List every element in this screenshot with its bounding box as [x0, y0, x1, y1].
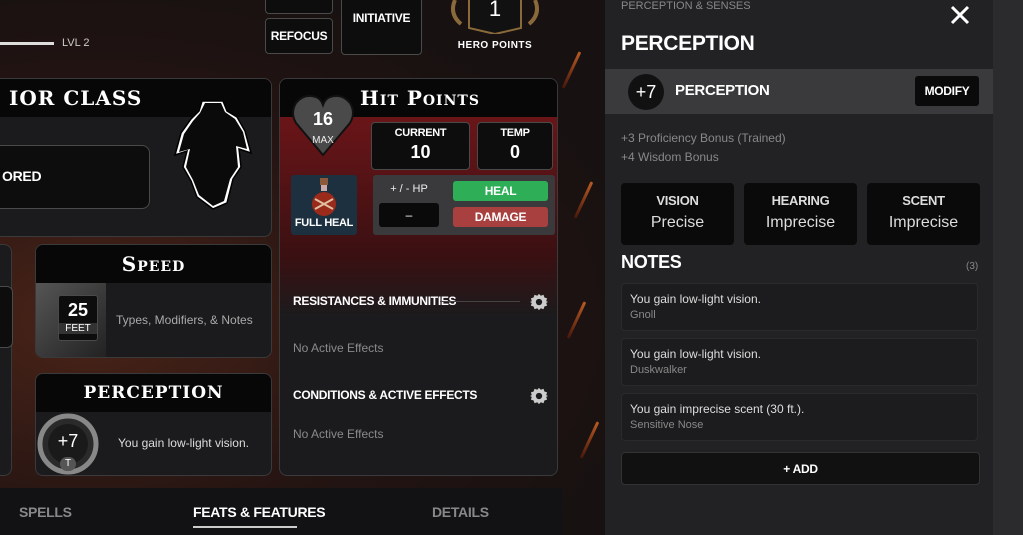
armor-class-title: IOR CLASS	[9, 86, 143, 110]
conditions-label: CONDITIONS & ACTIVE EFFECTS	[293, 388, 478, 402]
speed-panel: Speed 25 FEET Types, Modifiers, & Notes	[35, 244, 272, 358]
speed-unit: FEET	[59, 323, 97, 334]
note-source: Sensitive Nose	[630, 419, 704, 431]
tab-details[interactable]: DETAILS	[432, 504, 489, 520]
hp-adjust-input[interactable]: –	[379, 203, 439, 227]
perception-modifier: +7	[635, 82, 657, 102]
perception-card-title: PERCEPTION	[83, 383, 224, 403]
refocus-button[interactable]: REFOCUS	[265, 18, 333, 54]
modify-button[interactable]: MODIFY	[915, 76, 979, 106]
notes-count: (3)	[966, 261, 979, 272]
hit-points-title: Hit Points	[360, 86, 480, 110]
armor-class-panel: IOR CLASS ORED	[0, 78, 272, 237]
temp-hp-box[interactable]: TEMP 0	[477, 122, 553, 170]
shield-status-label: ORED	[2, 168, 42, 184]
note-text: You gain low-light vision.	[630, 347, 761, 361]
refocus-label: REFOCUS	[270, 29, 328, 43]
initiative-button[interactable]: INITIATIVE	[341, 0, 422, 55]
sense-scent[interactable]: SCENT Imprecise	[867, 183, 980, 245]
perception-card[interactable]: PERCEPTION +7 T You gain low-light visio…	[35, 373, 272, 476]
note-item[interactable]: You gain low-light vision. Duskwalker	[621, 338, 978, 386]
sense-hearing-value: Imprecise	[765, 214, 836, 231]
speed-header: Speed	[36, 245, 271, 283]
perception-card-note: You gain low-light vision.	[118, 436, 249, 450]
speed-notes[interactable]: Types, Modifiers, & Notes	[116, 313, 253, 327]
shield-silhouette-icon	[173, 100, 253, 210]
hit-points-panel: Hit Points 16 MAX CURRENT 10 TEMP 0 FULL…	[279, 78, 558, 476]
potion-icon	[312, 178, 336, 216]
full-heal-button[interactable]: FULL HEAL	[291, 175, 357, 235]
sense-vision[interactable]: VISION Precise	[621, 183, 734, 245]
shield-status-box[interactable]: ORED	[0, 145, 150, 209]
bonus-line-proficiency: +3 Proficiency Bonus (Trained)	[621, 131, 786, 145]
close-icon[interactable]	[949, 4, 971, 26]
conditions-gear-icon[interactable]	[530, 387, 548, 405]
resistances-empty: No Active Effects	[293, 341, 384, 355]
note-item[interactable]: You gain imprecise scent (30 ft.). Sensi…	[621, 393, 978, 441]
level-progress-bar	[0, 42, 54, 45]
drawer-breadcrumb: PERCEPTION & SENSES	[621, 0, 751, 12]
speed-value: 25	[67, 300, 89, 320]
add-note-button[interactable]: + ADD	[621, 452, 980, 485]
active-tab-underline	[193, 526, 297, 528]
perception-card-header: PERCEPTION	[36, 374, 271, 412]
damage-button[interactable]: DAMAGE	[453, 207, 548, 227]
sense-scent-name: SCENT	[902, 193, 945, 208]
drawer-title: PERCEPTION	[621, 32, 755, 55]
sense-hearing-name: HEARING	[771, 193, 830, 208]
resistances-divider	[440, 301, 520, 302]
temp-hp-value: 0	[509, 142, 520, 162]
temp-hp-label: TEMP	[500, 127, 530, 139]
left-cut-panel	[0, 244, 12, 476]
perception-card-rank: T	[60, 457, 76, 471]
hp-adjust-label: + / - HP	[390, 183, 428, 195]
bonus-line-wisdom: +4 Wisdom Bonus	[621, 150, 719, 164]
current-hp-value: 10	[410, 142, 431, 162]
conditions-empty: No Active Effects	[293, 427, 384, 441]
tab-feats-features[interactable]: FEATS & FEATURES	[193, 504, 326, 520]
note-text: You gain low-light vision.	[630, 292, 761, 306]
speed-value-box[interactable]: 25 FEET	[58, 295, 98, 341]
hp-adjust-group: + / - HP – HEAL DAMAGE	[373, 175, 555, 235]
level-label: LVL 2	[62, 37, 90, 49]
notes-heading: NOTES	[621, 252, 682, 272]
note-item[interactable]: You gain low-light vision. Gnoll	[621, 283, 978, 331]
perception-modifier-badge: +7	[628, 74, 664, 110]
speed-title: Speed	[121, 252, 186, 276]
note-source: Gnoll	[630, 309, 656, 321]
current-hp-box[interactable]: CURRENT 10	[371, 122, 470, 170]
max-hp-value: 16	[312, 109, 334, 129]
tab-spells[interactable]: SPELLS	[19, 504, 72, 520]
hero-points-label: HERO POINTS	[457, 40, 533, 51]
initiative-label: INITIATIVE	[352, 11, 411, 25]
current-hp-label: CURRENT	[394, 127, 447, 139]
sense-vision-name: VISION	[656, 193, 699, 208]
note-source: Duskwalker	[630, 364, 687, 376]
heal-button[interactable]: HEAL	[453, 181, 548, 201]
sense-vision-value: Precise	[650, 214, 705, 231]
sense-hearing[interactable]: HEARING Imprecise	[744, 183, 857, 245]
note-text: You gain imprecise scent (30 ft.).	[630, 402, 805, 416]
perception-stat-label: PERCEPTION	[675, 82, 770, 99]
hero-points[interactable]: 1 HERO POINTS	[447, 0, 543, 52]
left-cut-input[interactable]	[0, 286, 13, 348]
hero-points-value: 1	[488, 0, 502, 21]
perception-card-value: +7	[57, 431, 79, 451]
full-heal-label: FULL HEAL	[294, 217, 354, 229]
drawer-scroll-edge	[993, 0, 1023, 535]
rest-button[interactable]	[265, 0, 333, 14]
sense-scent-value: Imprecise	[888, 214, 959, 231]
resistances-label: RESISTANCES & IMMUNITIES	[293, 294, 457, 308]
resistances-gear-icon[interactable]	[530, 293, 548, 311]
perception-stat-row: +7 PERCEPTION MODIFY	[605, 69, 993, 114]
max-hp-label: MAX	[312, 135, 334, 146]
